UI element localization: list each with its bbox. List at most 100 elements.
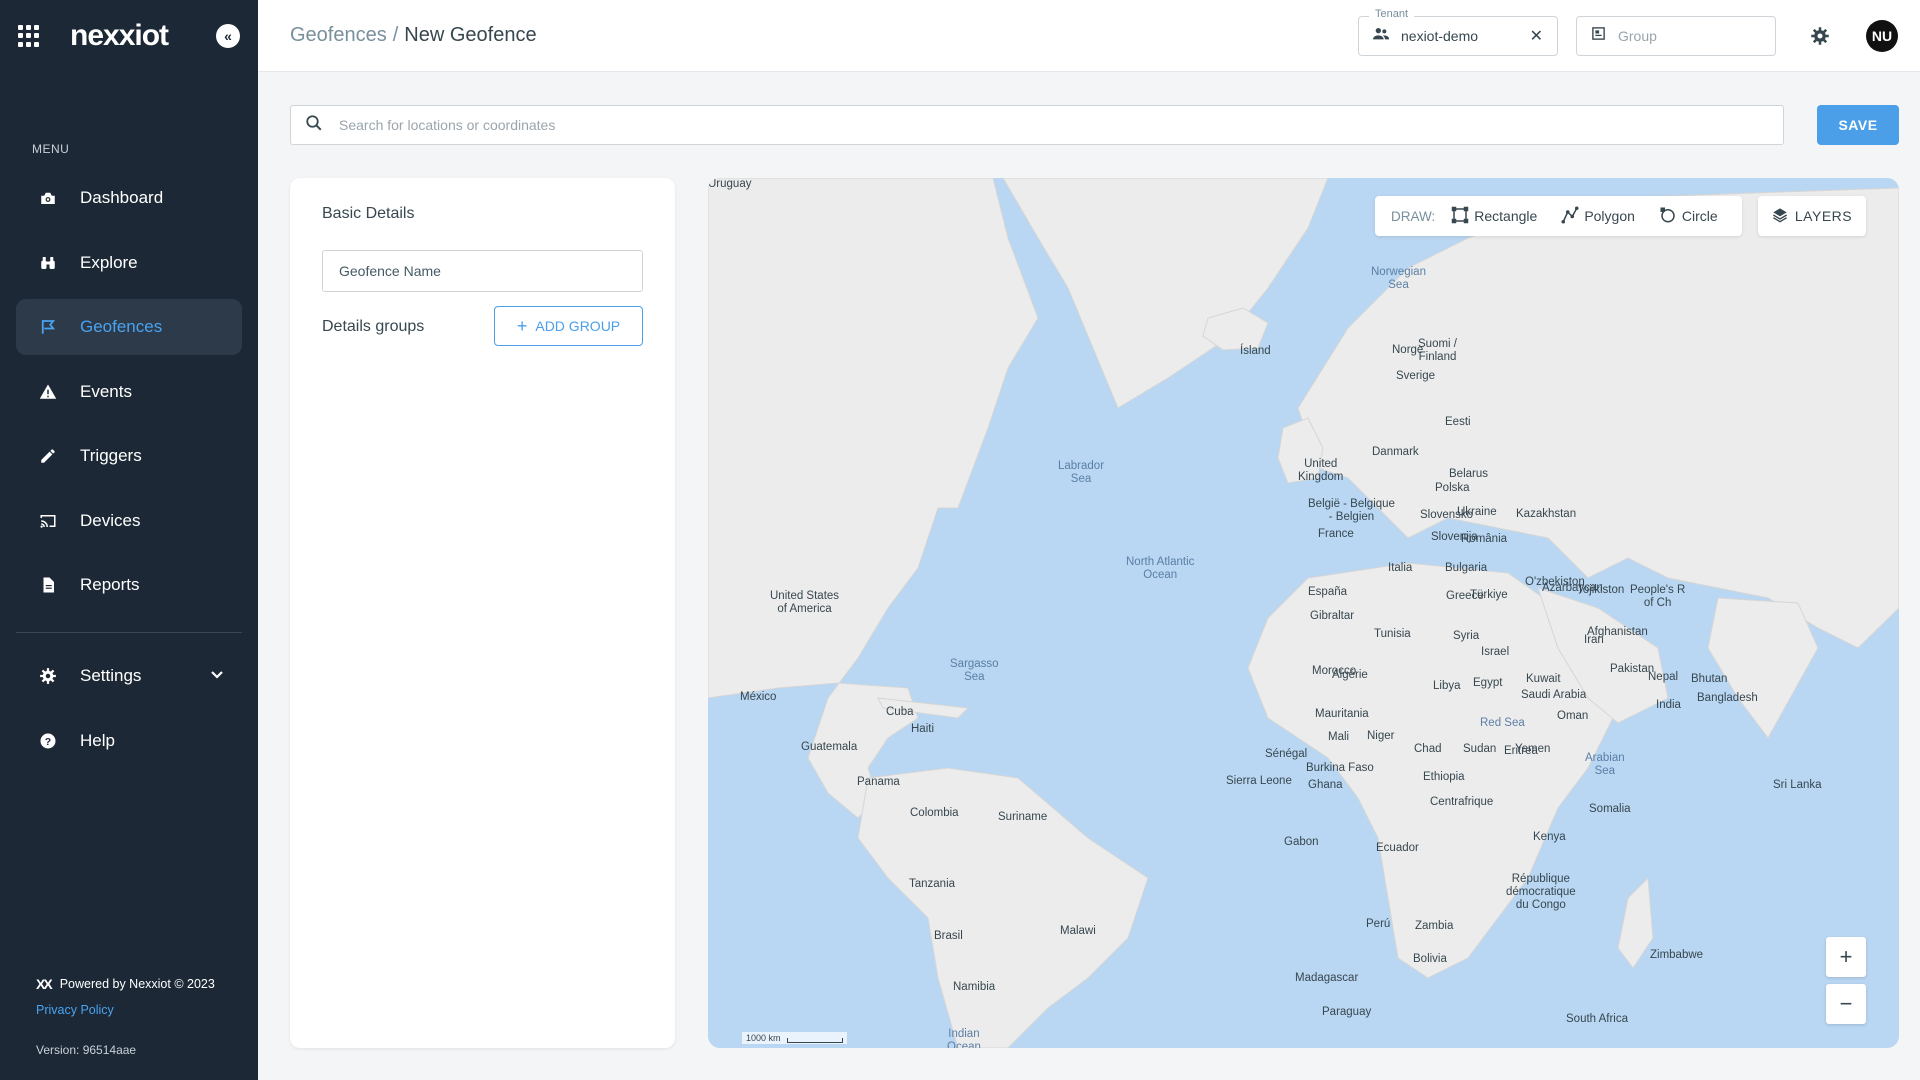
sidebar-item-settings[interactable]: Settings — [16, 648, 242, 704]
apps-grid-icon[interactable] — [18, 25, 40, 47]
sidebar-item-label: Explore — [80, 252, 138, 272]
sidebar-item-dashboard[interactable]: Dashboard — [16, 170, 242, 226]
page-title: New Geofence — [404, 24, 537, 46]
scale-label: 1000 km — [746, 1033, 781, 1043]
map-canvas[interactable]: Norwegian Sea Ísland Norge Suomi / Finland S… — [708, 178, 1899, 1048]
sidebar-item-label: Triggers — [80, 446, 142, 465]
map-place-label: Bolivia — [1413, 953, 1447, 965]
map-place-label: Red Sea — [1480, 717, 1525, 729]
map-place-label: Ghana — [1308, 779, 1343, 791]
map-place-label: Kuwait — [1526, 673, 1561, 685]
user-avatar[interactable]: NU — [1866, 20, 1898, 52]
settings-gear-icon — [38, 666, 58, 686]
tenant-select[interactable]: Tenant nexiot-demo ✕ — [1358, 8, 1558, 56]
map-place-label: Libya — [1433, 680, 1461, 692]
menu-label: MENU — [32, 142, 70, 156]
map-place-label: Uruguay — [708, 178, 752, 190]
map-place-label: Mauritania — [1315, 708, 1369, 720]
sidebar-item-label: Settings — [80, 666, 142, 685]
layers-button[interactable]: LAYERS — [1758, 196, 1866, 236]
map-place-label: Egypt — [1473, 677, 1503, 689]
circle-icon — [1659, 206, 1682, 227]
map-place-label: Tanzania — [909, 878, 956, 890]
map-place-label: Mali — [1328, 731, 1350, 743]
sidebar-item-label: Dashboard — [80, 188, 164, 207]
map-place-label: Bhutan — [1691, 673, 1728, 685]
sidebar-item-label: Geofences — [80, 317, 163, 336]
map-land-shapes — [708, 178, 1899, 1048]
add-group-label: ADD GROUP — [535, 318, 621, 334]
geofence-name-input[interactable] — [322, 250, 643, 292]
map-place-label: Ísland — [1240, 345, 1271, 357]
zoom-out-button[interactable]: − — [1826, 984, 1866, 1024]
add-group-button[interactable]: + ADD GROUP — [494, 306, 643, 346]
polygon-label: Polygon — [1584, 208, 1635, 224]
map-place-label: Suriname — [998, 811, 1048, 823]
map-place-label: Eesti — [1445, 416, 1471, 428]
map-place-label: Burkina Faso — [1306, 762, 1374, 774]
map-place-label: Israel — [1481, 646, 1510, 658]
breadcrumb-geofences[interactable]: Geofences — [290, 24, 387, 46]
sidebar-item-explore[interactable]: Explore — [16, 235, 242, 291]
group-placeholder: Group — [1618, 28, 1657, 44]
scale-bar — [786, 1038, 843, 1043]
sidebar-item-label: Devices — [80, 510, 141, 530]
group-icon — [1591, 26, 1606, 46]
rectangle-label: Rectangle — [1474, 208, 1538, 224]
map-place-label: Saudi Arabia — [1521, 689, 1587, 701]
map-place-label: North Atlantic Ocean — [1126, 556, 1195, 582]
map-place-label: Sverige — [1396, 370, 1435, 382]
nexxiot-logo[interactable]: nexxiot — [70, 19, 169, 53]
draw-label: DRAW: — [1391, 208, 1436, 224]
basic-details-panel: Basic Details Details groups + ADD GROUP — [290, 178, 675, 1048]
sidebar-item-geofences[interactable]: Geofences — [16, 299, 242, 355]
draw-toolbar: DRAW: Rectangle Polygon Circle — [1375, 196, 1742, 236]
top-header: Geofences / New Geofence Tenant nexiot-dem… — [258, 0, 1920, 72]
rectangle-icon — [1451, 206, 1474, 227]
zoom-in-button[interactable]: + — [1826, 937, 1866, 977]
layers-icon — [1772, 207, 1795, 226]
sidebar-item-reports[interactable]: Reports — [16, 557, 242, 613]
map-place-label: Panama — [857, 776, 900, 788]
sidebar: nexxiot « MENU Dashboard Explore Geofenc… — [0, 0, 258, 1080]
map-place-label: România — [1461, 533, 1508, 545]
sidebar-nav: Dashboard Explore Geofences Events Trigg… — [16, 170, 242, 622]
sidebar-item-triggers[interactable]: Triggers — [16, 428, 242, 484]
map-scale: 1000 km — [742, 1032, 847, 1044]
breadcrumb: Geofences / New Geofence — [290, 24, 537, 47]
search-input[interactable] — [339, 117, 1739, 133]
binoculars-icon — [38, 253, 58, 273]
map-place-label: Zambia — [1415, 920, 1454, 932]
document-icon — [38, 575, 58, 595]
sidebar-item-label: Help — [80, 730, 115, 750]
location-search[interactable] — [290, 105, 1784, 145]
sidebar-item-label: Reports — [80, 575, 140, 594]
help-icon: ? — [38, 731, 58, 751]
map-place-label: People's R of Ch — [1630, 584, 1686, 610]
sidebar-item-help[interactable]: ? Help — [16, 713, 242, 769]
map-place-label: Centrafrique — [1430, 796, 1494, 808]
map-place-label: Tojikiston — [1577, 584, 1625, 596]
save-button[interactable]: SAVE — [1817, 105, 1899, 145]
map-place-label: Brasil — [934, 930, 963, 942]
draw-rectangle-tool[interactable]: Rectangle — [1451, 206, 1537, 227]
draw-polygon-tool[interactable]: Polygon — [1561, 205, 1635, 227]
map-place-label: Labrador Sea — [1058, 460, 1105, 486]
svg-text:?: ? — [45, 735, 51, 747]
chevron-down-icon[interactable] — [210, 669, 224, 683]
settings-icon[interactable] — [1808, 24, 1832, 48]
pencil-icon — [38, 446, 58, 466]
collapse-sidebar-icon[interactable]: « — [216, 24, 240, 48]
map-place-label: République démocratique du Congo — [1506, 873, 1576, 912]
group-select[interactable]: Group — [1576, 16, 1776, 56]
clear-tenant-icon[interactable]: ✕ — [1530, 26, 1543, 46]
draw-circle-tool[interactable]: Circle — [1659, 206, 1718, 227]
powered-by-text: Powered by Nexxiot © 2023 — [59, 977, 215, 991]
sidebar-item-events[interactable]: Events — [16, 364, 242, 420]
map-place-label: South Africa — [1566, 1013, 1629, 1025]
search-icon — [305, 114, 323, 137]
privacy-policy-link[interactable]: Privacy Policy — [36, 1003, 114, 1017]
map-place-label: Yemen — [1515, 743, 1551, 755]
map-place-label: Bulgaria — [1445, 562, 1488, 574]
sidebar-item-devices[interactable]: Devices — [16, 493, 242, 549]
